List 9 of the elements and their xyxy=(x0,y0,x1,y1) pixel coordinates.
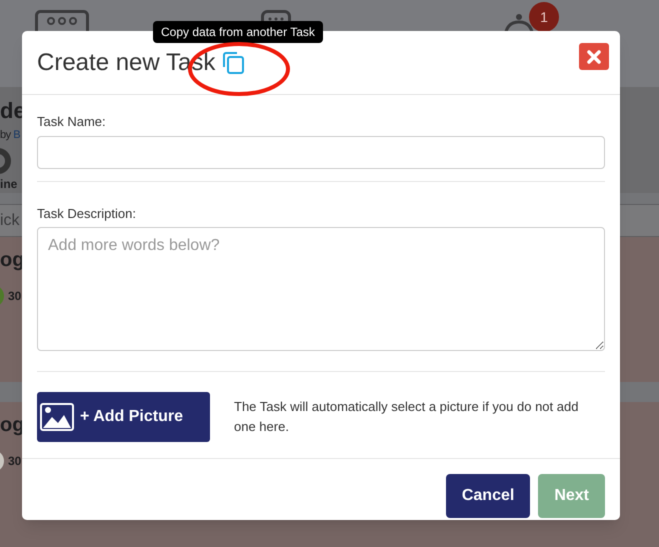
notification-badge: 1 xyxy=(529,2,559,32)
byline: by B xyxy=(0,128,20,144)
card-count: 30 xyxy=(8,288,22,305)
tooltip: Copy data from another Task xyxy=(153,21,323,43)
field-label: Task Description: xyxy=(37,204,137,223)
picture-note: The Task will automatically select a picture if you do not add one here. xyxy=(234,398,580,436)
card-count: 30 xyxy=(8,453,22,470)
stat-label: ine xyxy=(0,176,18,194)
field-label: Task Name: xyxy=(37,113,107,131)
